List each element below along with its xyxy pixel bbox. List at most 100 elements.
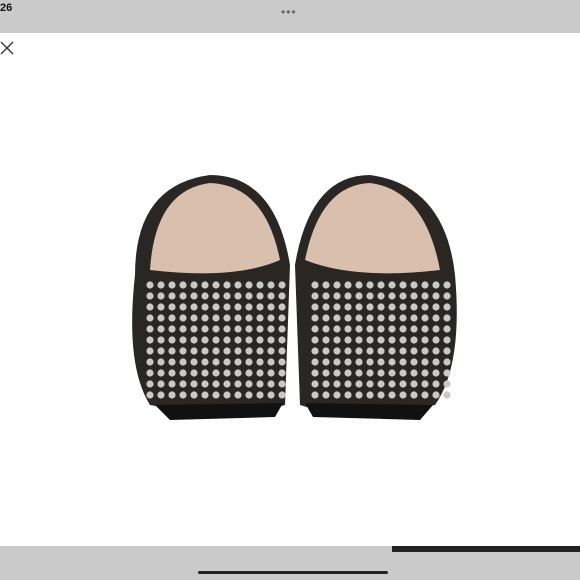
stud [212,325,220,333]
stud [179,314,187,322]
stud [366,336,374,344]
stud [333,303,341,311]
stud [322,391,330,399]
stud [278,391,286,399]
stud [410,336,418,344]
stud [157,369,165,377]
stud [421,380,429,388]
stud [179,336,187,344]
stud [333,281,341,289]
stud [399,347,407,355]
stud [344,336,352,344]
stud [311,336,319,344]
stud [245,292,253,300]
stud [267,347,275,355]
stud [157,391,165,399]
stud [212,347,220,355]
stud [267,292,275,300]
stud [157,292,165,300]
stud [245,347,253,355]
stud [190,325,198,333]
stud [388,336,396,344]
stud [168,358,176,366]
stud [377,325,385,333]
status-bar: 26 ••• [0,0,580,33]
stud [443,292,451,300]
close-button[interactable] [0,41,14,55]
stud [201,380,209,388]
stud [201,292,209,300]
stud [443,314,451,322]
stud [179,358,187,366]
stud [278,281,286,289]
stud [421,325,429,333]
stud [421,314,429,322]
stud [190,391,198,399]
stud [168,314,176,322]
stud [399,292,407,300]
stud [256,303,264,311]
stud [443,336,451,344]
stud [146,292,154,300]
stud [410,358,418,366]
stud [278,336,286,344]
stud [234,380,242,388]
stud [234,391,242,399]
stud [201,347,209,355]
stud [388,292,396,300]
stud [443,369,451,377]
stud [377,380,385,388]
stud [421,391,429,399]
stud [377,336,385,344]
stud [168,292,176,300]
close-icon [0,41,14,55]
stud [333,380,341,388]
stud [190,380,198,388]
stud [245,380,253,388]
stud [432,281,440,289]
stud [157,325,165,333]
stud [157,336,165,344]
stud [278,303,286,311]
stud [212,391,220,399]
stud [410,369,418,377]
stud [344,391,352,399]
stud [168,325,176,333]
stud [311,281,319,289]
stud [410,314,418,322]
stud [168,336,176,344]
stud [388,358,396,366]
stud [245,303,253,311]
stud [333,391,341,399]
stud [388,325,396,333]
stud [333,292,341,300]
stud [399,369,407,377]
stud [190,358,198,366]
stud [333,369,341,377]
ellipsis-icon[interactable]: ••• [281,5,297,19]
stud [168,303,176,311]
stud [377,391,385,399]
stud [212,292,220,300]
stud [399,303,407,311]
stud [157,347,165,355]
stud [377,281,385,289]
stud [355,336,363,344]
stud [377,347,385,355]
stud [157,303,165,311]
stud [421,303,429,311]
stud [201,369,209,377]
stud [201,314,209,322]
stud [322,358,330,366]
status-time: 26 [0,2,13,14]
stud [256,281,264,289]
stud [432,347,440,355]
stud [223,314,231,322]
stud [267,369,275,377]
stud [443,380,451,388]
stud [443,358,451,366]
home-indicator[interactable] [198,571,388,574]
stud [322,281,330,289]
stud [432,292,440,300]
stud [366,325,374,333]
